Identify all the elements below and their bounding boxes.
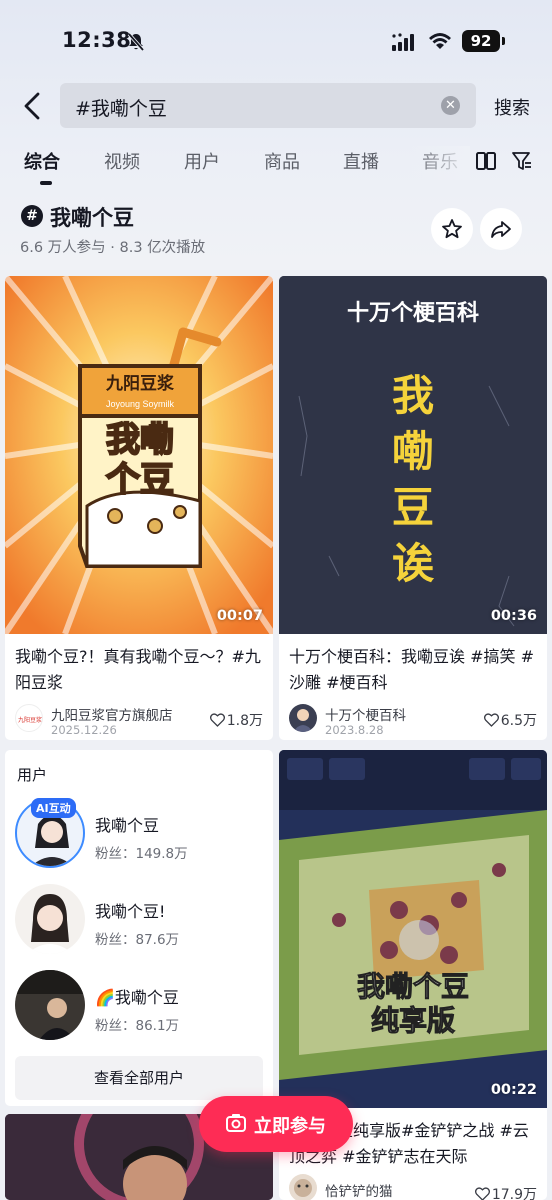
tab-fade bbox=[410, 146, 470, 180]
like-count-text: 1.8万 bbox=[226, 713, 263, 729]
status-bar: 12:38 92 bbox=[0, 22, 552, 62]
video-duration: 00:22 bbox=[490, 1082, 537, 1098]
heart-icon bbox=[483, 713, 499, 727]
soymilk-thumbnail-art: 九阳豆浆 Joyoung Soymilk 我嘞 个豆 bbox=[5, 276, 273, 634]
user-avatar[interactable] bbox=[15, 970, 85, 1040]
like-count-text: 6.5万 bbox=[500, 713, 537, 729]
favorite-button[interactable] bbox=[431, 208, 473, 250]
video-title: 十万个梗百科：我嘞豆诶 #搞笑 #沙雕 #梗百科 bbox=[289, 647, 534, 692]
like-count: 1.8万 bbox=[209, 710, 263, 730]
video-thumbnail: 九阳豆浆 Joyoung Soymilk 我嘞 个豆 00:07 bbox=[5, 276, 273, 634]
thumb-brand: 九阳豆浆 bbox=[105, 373, 175, 393]
battery-indicator: 92 bbox=[462, 30, 505, 52]
tab-video[interactable]: 视频 bbox=[104, 148, 140, 174]
status-time: 12:38 bbox=[62, 28, 132, 52]
star-icon bbox=[442, 219, 462, 239]
tab-indicator bbox=[40, 181, 52, 185]
share-button[interactable] bbox=[480, 208, 522, 250]
thumb-char-2: 嘞 bbox=[392, 427, 434, 476]
author-name: 恰铲铲的猫 bbox=[325, 1184, 393, 1200]
wifi-icon bbox=[429, 33, 451, 49]
thumb-caption-line1: 我嘞个豆 bbox=[357, 970, 469, 1003]
thumb-char-1: 我 bbox=[392, 371, 434, 420]
game-thumbnail-art: 我嘞个豆 纯享版 bbox=[279, 750, 547, 1108]
join-label: 立即参与 bbox=[254, 1116, 326, 1137]
filter-icon[interactable] bbox=[511, 150, 533, 172]
topic-title: 我嘞个豆 bbox=[50, 206, 134, 230]
user-fans: 粉丝：86.1万 bbox=[95, 1018, 180, 1034]
meme-encyclopedia-thumbnail-art: 十万个梗百科 我 嘞 豆 诶 bbox=[279, 276, 547, 634]
thumb-caption-line2: 纯享版 bbox=[371, 1004, 455, 1037]
hashtag-icon: # bbox=[21, 205, 43, 227]
thumb-char-4: 诶 bbox=[392, 539, 435, 588]
heart-icon bbox=[474, 1187, 490, 1200]
video-thumbnail: 我嘞个豆 纯享版 00:22 bbox=[279, 750, 547, 1108]
user-fans: 粉丝：149.8万 bbox=[95, 846, 188, 862]
thumb-big-line1: 我嘞 bbox=[106, 420, 174, 460]
thumb-header: 十万个梗百科 bbox=[347, 301, 479, 326]
heart-icon bbox=[209, 713, 225, 727]
search-query: #我嘞个豆 bbox=[75, 98, 167, 120]
user-name[interactable]: 我嘞个豆! bbox=[95, 898, 165, 922]
video-thumbnail: 十万个梗百科 我 嘞 豆 诶 00:36 bbox=[279, 276, 547, 634]
publish-date: 2025.12.26 bbox=[51, 723, 117, 737]
like-count: 6.5万 bbox=[483, 710, 537, 730]
author-avatar: 九阳豆浆 bbox=[15, 704, 43, 732]
author-name: 十万个梗百科 bbox=[325, 708, 406, 724]
thumb-big-line2: 个豆 bbox=[106, 460, 174, 500]
rainbow-emoji: 🌈 bbox=[95, 988, 115, 1007]
camera-icon bbox=[226, 1114, 246, 1132]
like-count-text: 17.9万 bbox=[491, 1187, 537, 1200]
video-card[interactable]: 九阳豆浆 Joyoung Soymilk 我嘞 个豆 00:07 我嘞个豆?！真… bbox=[5, 276, 273, 740]
user-name-text: 我嘞个豆 bbox=[114, 988, 179, 1007]
user-avatar[interactable] bbox=[15, 884, 85, 954]
search-input[interactable]: #我嘞个豆 ✕ bbox=[60, 83, 476, 128]
search-button[interactable]: 搜索 bbox=[494, 94, 530, 120]
join-topic-button[interactable]: 立即参与 bbox=[199, 1096, 353, 1152]
user-name[interactable]: 我嘞个豆 bbox=[95, 812, 159, 836]
tab-live[interactable]: 直播 bbox=[343, 148, 379, 174]
video-duration: 00:07 bbox=[216, 608, 263, 624]
clear-icon[interactable]: ✕ bbox=[441, 96, 460, 115]
author-avatar bbox=[289, 1174, 317, 1200]
ai-interactive-badge: AI互动 bbox=[31, 798, 76, 818]
publish-date: 2023.8.28 bbox=[325, 723, 384, 737]
like-count: 17.9万 bbox=[474, 1184, 537, 1200]
user-fans: 粉丝：87.6万 bbox=[95, 932, 180, 948]
users-section: 用户 AI互动 我嘞个豆 粉丝：149.8万 我嘞个豆! 粉丝：87.6万 🌈我… bbox=[5, 750, 273, 1106]
tab-user[interactable]: 用户 bbox=[184, 148, 220, 174]
video-card[interactable]: 十万个梗百科 我 嘞 豆 诶 00:36 十万个梗百科：我嘞豆诶 #搞笑 #沙雕… bbox=[279, 276, 547, 740]
users-section-header: 用户 bbox=[17, 766, 48, 784]
tab-product[interactable]: 商品 bbox=[264, 148, 300, 174]
video-duration: 00:36 bbox=[490, 608, 537, 624]
author-avatar bbox=[289, 704, 317, 732]
view-all-users-button[interactable]: 查看全部用户 bbox=[15, 1056, 263, 1100]
tab-bar: 综合 视频 用户 商品 直播 音乐 bbox=[24, 148, 474, 184]
cellular-signal-icon bbox=[392, 33, 414, 51]
topic-stats: 6.6 万人参与 · 8.3 亿次播放 bbox=[20, 240, 206, 256]
share-icon bbox=[491, 221, 511, 238]
video-title: 我嘞个豆?！真有我嘞个豆～？#九阳豆浆 bbox=[15, 647, 261, 692]
mute-bell-icon bbox=[127, 32, 145, 52]
back-arrow-icon[interactable] bbox=[18, 90, 48, 122]
user-name[interactable]: 🌈我嘞个豆 bbox=[95, 984, 179, 1008]
tab-comprehensive[interactable]: 综合 bbox=[24, 148, 60, 174]
double-column-layout-icon[interactable] bbox=[475, 150, 497, 172]
thumb-char-3: 豆 bbox=[392, 483, 434, 532]
author-name: 九阳豆浆官方旗舰店 bbox=[51, 708, 173, 724]
thumb-brand-en: Joyoung Soymilk bbox=[106, 399, 175, 409]
author-avatar-text: 九阳豆浆 bbox=[18, 716, 42, 724]
